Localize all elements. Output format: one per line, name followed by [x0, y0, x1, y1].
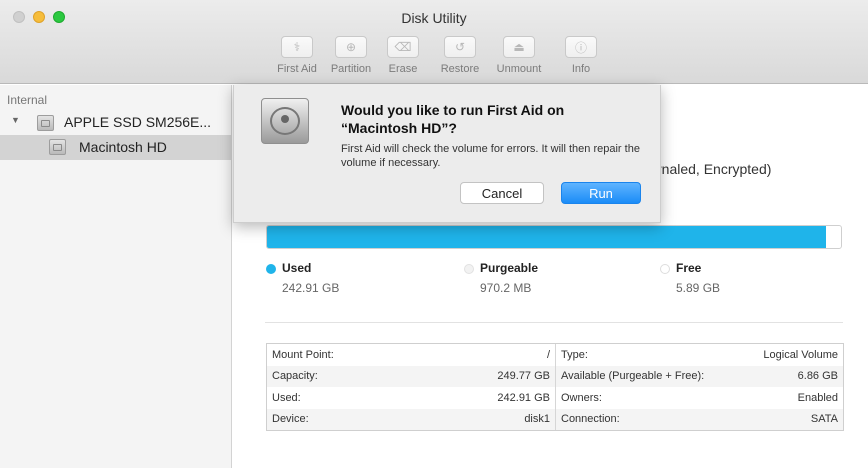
purgeable-dot-icon	[464, 264, 474, 274]
toolbar-restore[interactable]: ↺ Restore	[434, 36, 486, 75]
run-button[interactable]: Run	[561, 182, 641, 204]
table-cell: Capacity: 249.77 GB	[267, 366, 555, 388]
info-value: Enabled	[797, 391, 838, 404]
info-value: 242.91 GB	[497, 391, 550, 404]
toolbar-label: First Aid	[277, 63, 317, 75]
table-row: Device: disk1 Connection: SATA	[267, 408, 843, 431]
toolbar-label: Info	[571, 63, 591, 75]
toolbar-info[interactable]: ⓘ Info	[555, 36, 607, 75]
table-cell: Connection: SATA	[555, 408, 843, 430]
table-row: Used: 242.91 GB Owners: Enabled	[267, 387, 843, 409]
dialog-title: Would you like to run First Aid on “Maci…	[341, 102, 565, 136]
toolbar-unmount[interactable]: ⏏ Unmount	[493, 36, 545, 75]
window-titlebar: Disk Utility ⚕ First Aid ⊕ Partition ⌫ E…	[0, 0, 868, 84]
info-label: Type:	[561, 348, 588, 361]
hard-disk-icon	[37, 115, 54, 131]
legend-title: Free	[676, 261, 702, 275]
usage-bar-used-fill	[267, 226, 827, 248]
info-label: Owners:	[561, 391, 602, 404]
table-row: Capacity: 249.77 GB Available (Purgeable …	[267, 365, 843, 388]
info-value: disk1	[524, 413, 550, 426]
dialog-message: First Aid will check the volume for erro…	[341, 143, 640, 169]
usage-bar	[266, 225, 842, 249]
table-cell: Used: 242.91 GB	[267, 387, 555, 409]
used-dot-icon	[266, 264, 276, 274]
hard-disk-icon	[49, 139, 66, 155]
sidebar-item-label: APPLE SSD SM256E...	[64, 114, 212, 130]
info-label: Capacity:	[272, 370, 318, 383]
cancel-button[interactable]: Cancel	[460, 182, 544, 204]
info-value: /	[546, 348, 550, 361]
volume-info-table: Mount Point: / Type: Logical Volume Capaci…	[266, 343, 844, 431]
sidebar: Internal ▼ APPLE SSD SM256E... Macintosh…	[0, 85, 232, 468]
sidebar-item-label: Macintosh HD	[79, 139, 167, 155]
legend-value: 5.89 GB	[676, 281, 721, 295]
free-dot-icon	[660, 264, 670, 274]
table-cell: Available (Purgeable + Free): 6.86 GB	[555, 365, 843, 387]
erase-icon[interactable]: ⌫	[387, 36, 419, 58]
table-cell: Owners: Enabled	[555, 387, 843, 409]
toolbar-label: Restore	[440, 63, 480, 75]
legend-value: 242.91 GB	[282, 281, 340, 295]
info-value: 6.86 GB	[797, 370, 838, 383]
toolbar-label: Erase	[388, 63, 418, 75]
info-value: Logical Volume	[763, 348, 838, 361]
info-label: Used:	[272, 391, 301, 404]
toolbar-label: Partition	[330, 63, 372, 75]
info-label: Device:	[272, 413, 309, 426]
toolbar-partition[interactable]: ⊕ Partition	[325, 36, 377, 75]
info-value: 249.77 GB	[497, 370, 550, 383]
partition-icon[interactable]: ⊕	[335, 36, 367, 58]
legend-title: Purgeable	[480, 261, 539, 275]
divider	[265, 322, 843, 323]
legend-title: Used	[282, 261, 312, 275]
toolbar-label: Unmount	[496, 63, 542, 75]
stethoscope-icon[interactable]: ⚕	[281, 36, 313, 58]
info-icon[interactable]: ⓘ	[565, 36, 597, 58]
table-row: Mount Point: / Type: Logical Volume	[267, 344, 843, 366]
volume-description: rnaled, Encrypted)	[657, 161, 772, 177]
window-title: Disk Utility	[401, 10, 467, 26]
first-aid-dialog: Would you like to run First Aid on “Maci…	[233, 85, 661, 223]
info-value: SATA	[810, 413, 838, 426]
sidebar-item-volume[interactable]: Macintosh HD	[0, 135, 231, 160]
sidebar-item-disk[interactable]: ▼ APPLE SSD SM256E...	[0, 110, 231, 135]
restore-icon[interactable]: ↺	[444, 36, 476, 58]
table-cell: Mount Point: /	[267, 344, 555, 366]
disclosure-triangle-icon[interactable]: ▼	[11, 115, 20, 125]
info-label: Connection:	[561, 413, 620, 426]
info-label: Mount Point:	[272, 348, 334, 361]
toolbar-erase[interactable]: ⌫ Erase	[377, 36, 429, 75]
unmount-icon[interactable]: ⏏	[503, 36, 535, 58]
table-cell: Device: disk1	[267, 409, 555, 431]
info-label: Available (Purgeable + Free):	[561, 370, 705, 383]
table-cell: Type: Logical Volume	[555, 344, 843, 366]
legend-value: 970.2 MB	[480, 281, 532, 295]
sidebar-section-internal: Internal	[7, 93, 48, 107]
hard-disk-icon	[261, 98, 309, 144]
toolbar-first-aid[interactable]: ⚕ First Aid	[271, 36, 323, 75]
